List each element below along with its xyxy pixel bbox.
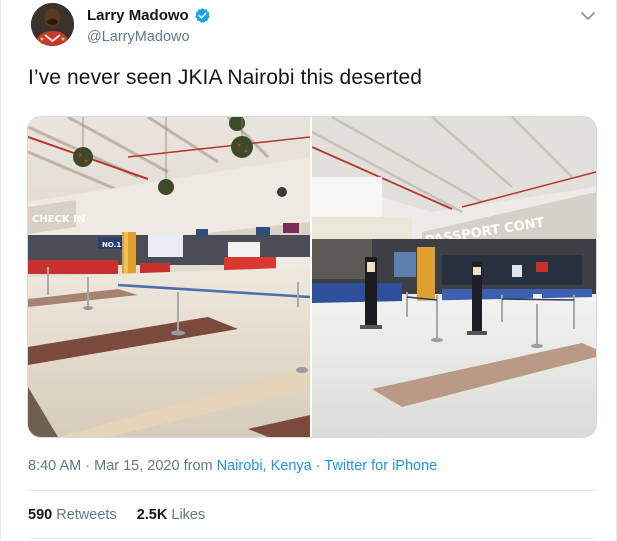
retweets-stat[interactable]: 590 Retweets — [28, 507, 117, 523]
meta-dot: · — [85, 458, 91, 474]
tweet-stats: 590 Retweets 2.5K Likes — [28, 507, 221, 523]
user-handle[interactable]: @LarryMadowo — [87, 29, 190, 45]
meta-dot: · — [315, 458, 321, 474]
author-name-row[interactable]: Larry Madowo — [87, 7, 211, 24]
tweet-date[interactable]: Mar 15, 2020 — [94, 458, 179, 474]
retweets-label: Retweets — [56, 507, 117, 523]
divider — [28, 490, 596, 491]
location-link[interactable]: Nairobi, Kenya — [217, 458, 312, 474]
source-link[interactable]: Twitter for iPhone — [324, 458, 437, 474]
counter-number-sign: NO.1 — [102, 241, 121, 249]
likes-label: Likes — [171, 507, 206, 523]
verified-badge-icon — [194, 8, 210, 24]
from-word: from — [183, 458, 213, 474]
likes-count: 2.5K — [136, 507, 168, 523]
likes-stat[interactable]: 2.5K Likes — [137, 507, 206, 523]
chevron-down-icon[interactable] — [578, 8, 598, 24]
tweet-card: Larry Madowo @LarryMadowo I’ve never see… — [0, 0, 617, 541]
photo-check-in-hall[interactable]: CHECK IN NO.1 — [28, 117, 310, 437]
tweet-text: I’ve never seen JKIA Nairobi this desert… — [28, 66, 423, 89]
check-in-sign-text: CHECK IN — [32, 214, 85, 225]
timeline-border-left — [0, 0, 1, 541]
display-name[interactable]: Larry Madowo — [87, 7, 189, 24]
divider — [28, 538, 596, 539]
media-grid[interactable]: CHECK IN NO.1 PASSPORT CONT — [27, 116, 597, 438]
retweets-count: 590 — [28, 507, 53, 523]
avatar[interactable] — [31, 3, 74, 46]
photo-passport-control[interactable]: PASSPORT CONT — [312, 117, 596, 437]
tweet-time[interactable]: 8:40 AM — [28, 458, 81, 474]
tweet-meta: 8:40 AM · Mar 15, 2020 from Nairobi, Ken… — [28, 458, 437, 474]
